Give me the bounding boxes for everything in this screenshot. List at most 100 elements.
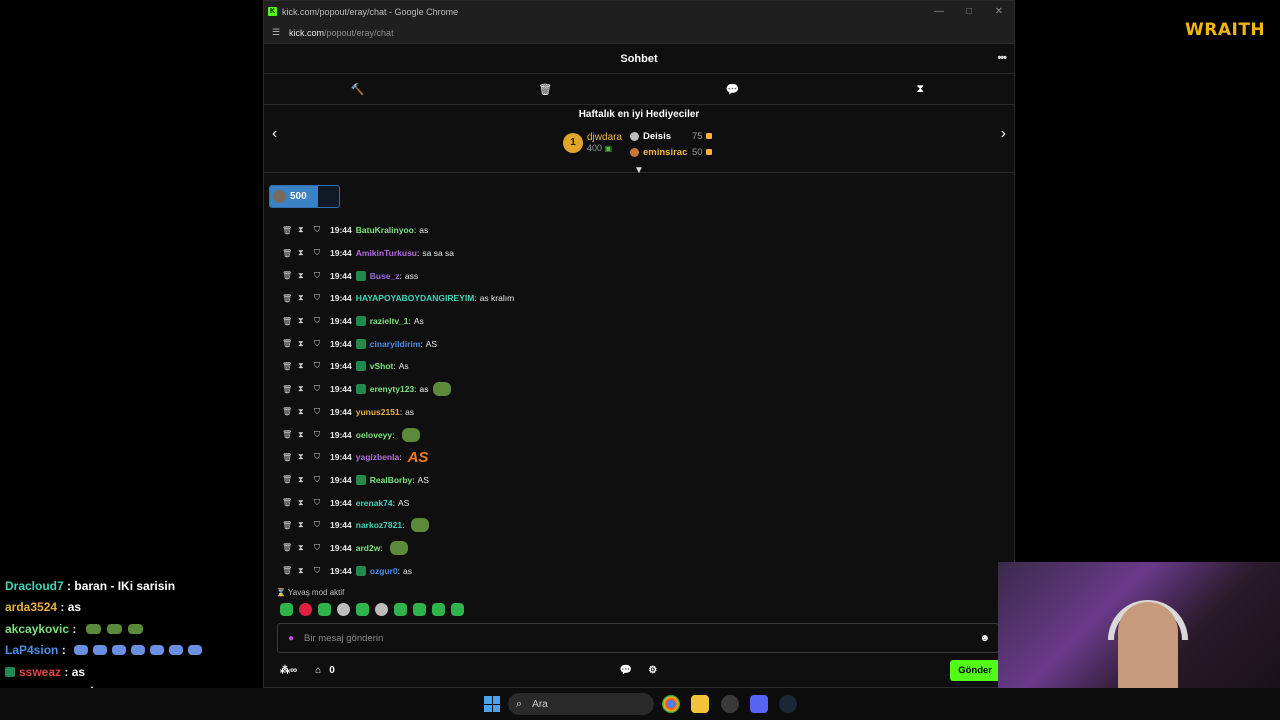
minimize-button[interactable]: — xyxy=(924,6,954,17)
message-username[interactable]: vShot xyxy=(370,361,394,371)
emote-button[interactable] xyxy=(375,603,388,616)
hourglass-icon[interactable]: ⧗ xyxy=(298,248,314,258)
emoji-icon[interactable]: ☻ xyxy=(979,633,990,644)
shield-icon[interactable]: ⛉ xyxy=(314,475,330,485)
message-username[interactable]: erenak74 xyxy=(356,498,393,508)
message-username[interactable]: yunus2151 xyxy=(356,407,400,417)
site-settings-icon[interactable]: ☰ xyxy=(270,27,282,39)
microphone-icon[interactable]: ● xyxy=(288,633,294,644)
hourglass-icon[interactable]: ⧗ xyxy=(298,543,314,553)
shield-icon[interactable]: ⛉ xyxy=(314,498,330,508)
trash-icon[interactable]: 🗑 xyxy=(282,317,298,326)
message-username[interactable]: cinaryildirim xyxy=(370,339,421,349)
address-bar[interactable]: ☰ kick.com/popout/eray/chat xyxy=(264,22,1014,44)
emote-button[interactable] xyxy=(299,603,312,616)
top-gifter-name[interactable]: djwdara xyxy=(587,132,622,143)
emote-button[interactable] xyxy=(394,603,407,616)
shield-icon[interactable]: ⛉ xyxy=(314,225,330,235)
hourglass-icon[interactable]: ⧗ xyxy=(298,225,314,235)
trash-icon[interactable]: 🗑 xyxy=(282,521,298,530)
message-username[interactable]: yagizbenla xyxy=(356,452,399,462)
emote-button[interactable] xyxy=(356,603,369,616)
chat-bubble-icon[interactable]: 💬 xyxy=(639,74,827,104)
shield-icon[interactable]: ⛉ xyxy=(314,293,330,303)
windows-start-icon[interactable] xyxy=(484,696,500,712)
trash-icon[interactable]: 🗑 xyxy=(282,407,298,416)
hourglass-icon[interactable]: ⧗ xyxy=(298,361,314,371)
hourglass-icon[interactable]: ⧗ xyxy=(298,339,314,349)
shield-icon[interactable]: ⛉ xyxy=(314,361,330,371)
shield-icon[interactable]: ⛉ xyxy=(314,566,330,576)
gear-icon[interactable]: ⚙ xyxy=(648,665,657,676)
shield-icon[interactable]: ⛉ xyxy=(314,407,330,417)
chat-bubble-icon[interactable]: 💬 xyxy=(620,665,632,676)
hourglass-icon[interactable]: ⧗ xyxy=(298,271,314,281)
emote-button[interactable] xyxy=(413,603,426,616)
trash-icon[interactable]: 🗑 xyxy=(282,271,298,280)
hourglass-icon[interactable]: ⧗ xyxy=(827,74,1015,104)
maximize-button[interactable]: □ xyxy=(954,6,984,17)
hourglass-icon[interactable]: ⧗ xyxy=(298,498,314,508)
shield-icon[interactable]: ⛉ xyxy=(314,520,330,530)
hourglass-icon[interactable]: ⧗ xyxy=(298,452,314,462)
trash-icon[interactable]: 🗑 xyxy=(282,453,298,462)
trash-icon[interactable]: 🗑 xyxy=(282,566,298,575)
gifter-name[interactable]: Deisis xyxy=(643,131,671,142)
message-username[interactable]: erenyty123 xyxy=(370,384,414,394)
hourglass-icon[interactable]: ⧗ xyxy=(298,316,314,326)
shield-icon[interactable]: ⛉ xyxy=(314,316,330,326)
trash-icon[interactable]: 🗑 xyxy=(282,362,298,371)
ban-hammer-icon[interactable]: 🔨 xyxy=(264,74,452,104)
channel-points-icon[interactable]: ⁂∞ xyxy=(280,665,297,676)
trash-icon[interactable]: 🗑 xyxy=(282,543,298,552)
message-username[interactable]: ard2w xyxy=(356,543,381,553)
chrome-icon[interactable] xyxy=(662,695,680,713)
message-username[interactable]: Buse_z xyxy=(370,271,400,281)
gift-icon[interactable]: ⌂ xyxy=(315,665,321,676)
steam-icon[interactable] xyxy=(779,695,797,713)
gifter-name[interactable]: eminsirac xyxy=(643,147,687,158)
shield-icon[interactable]: ⛉ xyxy=(314,271,330,281)
hourglass-icon[interactable]: ⧗ xyxy=(298,566,314,576)
message-username[interactable]: BatuKralinyoo xyxy=(356,225,414,235)
send-button[interactable]: Gönder xyxy=(950,659,1000,681)
message-username[interactable]: HAYAPOYABOYDANGIREYIM xyxy=(356,293,475,303)
shield-icon[interactable]: ⛉ xyxy=(314,452,330,462)
hourglass-icon[interactable]: ⧗ xyxy=(298,475,314,485)
trash-icon[interactable]: 🗑 xyxy=(452,74,640,104)
trash-icon[interactable]: 🗑 xyxy=(282,249,298,258)
shield-icon[interactable]: ⛉ xyxy=(314,339,330,349)
trash-icon[interactable]: 🗑 xyxy=(282,498,298,507)
collapse-icon[interactable]: ▼ xyxy=(634,165,644,176)
discord-icon[interactable] xyxy=(750,695,768,713)
message-username[interactable]: ozgur0 xyxy=(370,566,398,576)
shield-icon[interactable]: ⛉ xyxy=(314,248,330,258)
points-goal[interactable]: 500 xyxy=(269,185,340,208)
emote-button[interactable] xyxy=(451,603,464,616)
file-explorer-icon[interactable] xyxy=(691,695,709,713)
message-input[interactable]: ● Bir mesaj gönderin ☻ xyxy=(277,623,999,653)
chevron-left-icon[interactable]: ‹ xyxy=(272,125,277,143)
hourglass-icon[interactable]: ⧗ xyxy=(298,430,314,440)
message-username[interactable]: narkoz7821 xyxy=(356,520,402,530)
trash-icon[interactable]: 🗑 xyxy=(282,475,298,484)
taskbar-search[interactable]: ⌕ Ara xyxy=(508,693,654,715)
app-icon[interactable] xyxy=(721,695,739,713)
hourglass-icon[interactable]: ⧗ xyxy=(298,293,314,303)
emote-button[interactable] xyxy=(337,603,350,616)
close-button[interactable]: ✕ xyxy=(984,6,1014,17)
emote-button[interactable] xyxy=(318,603,331,616)
trash-icon[interactable]: 🗑 xyxy=(282,385,298,394)
shield-icon[interactable]: ⛉ xyxy=(314,430,330,440)
hourglass-icon[interactable]: ⧗ xyxy=(298,520,314,530)
emote-button[interactable] xyxy=(432,603,445,616)
message-username[interactable]: RealBorby xyxy=(370,475,413,485)
trash-icon[interactable]: 🗑 xyxy=(282,226,298,235)
more-options-icon[interactable]: ••• xyxy=(997,52,1007,64)
trash-icon[interactable]: 🗑 xyxy=(282,339,298,348)
trash-icon[interactable]: 🗑 xyxy=(282,294,298,303)
message-username[interactable]: oeloveyy xyxy=(356,430,392,440)
message-username[interactable]: razieltv_1 xyxy=(370,316,409,326)
message-username[interactable]: AmikinTurkusu xyxy=(356,248,417,258)
shield-icon[interactable]: ⛉ xyxy=(314,384,330,394)
